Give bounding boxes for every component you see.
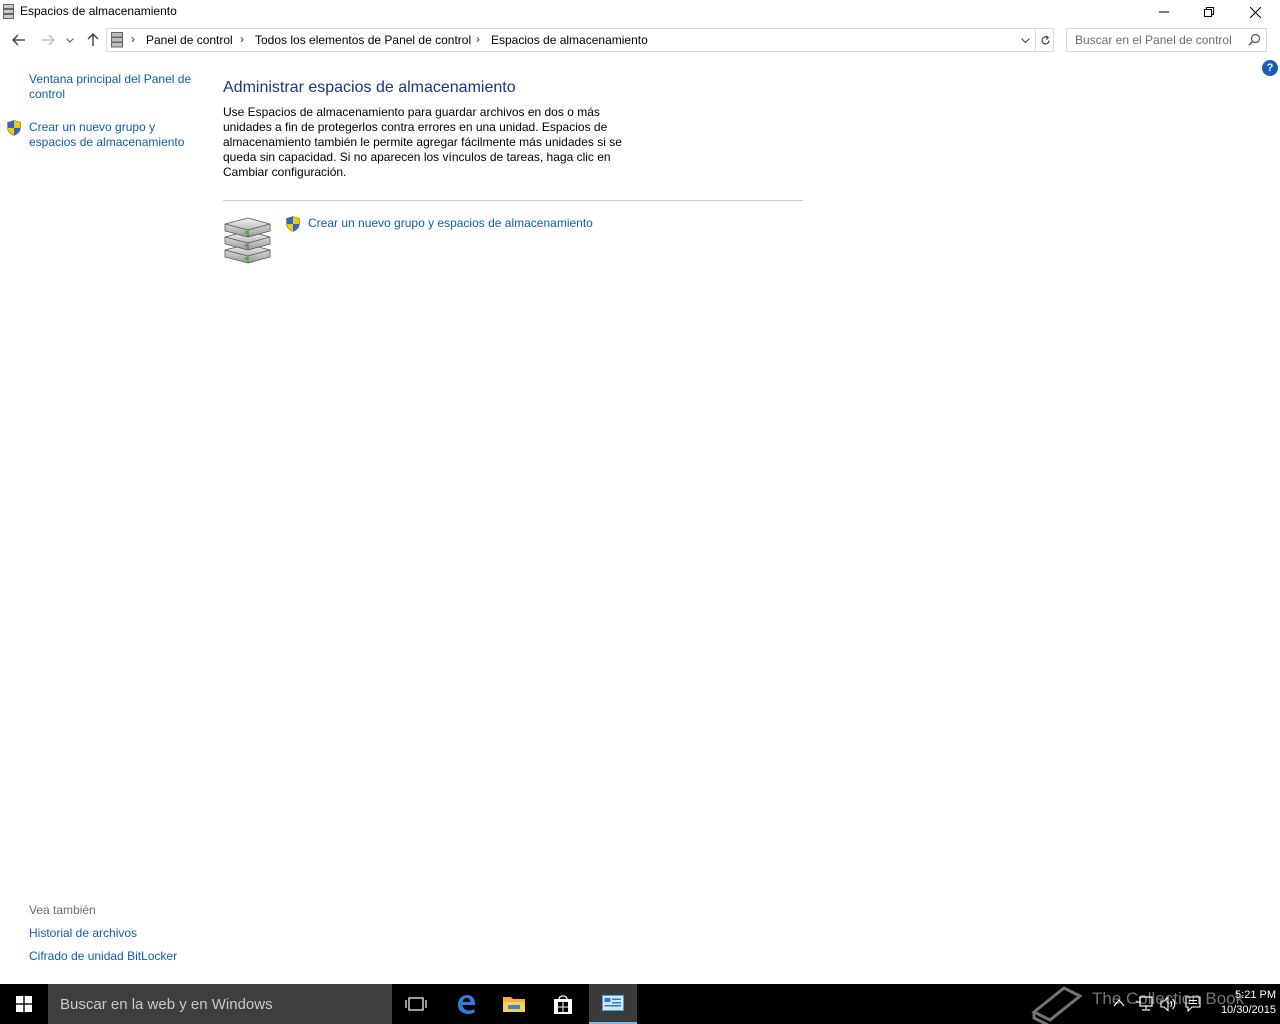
create-pool-side-link[interactable]: Crear un nuevo grupo y espacios de almac… xyxy=(29,120,199,150)
page-title: Administrar espacios de almacenamiento xyxy=(223,79,516,96)
file-explorer-button[interactable] xyxy=(490,984,538,1024)
search-box[interactable] xyxy=(1066,28,1267,52)
start-button[interactable] xyxy=(0,984,48,1024)
uac-shield-icon xyxy=(7,120,21,136)
edge-button[interactable] xyxy=(442,984,490,1024)
breadcrumb-all-items[interactable]: Todos los elementos de Panel de control xyxy=(255,33,471,47)
title-bar: Espacios de almacenamiento xyxy=(0,0,1280,24)
back-button[interactable] xyxy=(9,30,29,50)
arrow-left-icon xyxy=(12,34,25,46)
recent-locations-button[interactable] xyxy=(62,30,78,50)
edge-browser-icon xyxy=(458,995,475,1014)
volume-icon[interactable] xyxy=(1160,996,1178,1012)
breadcrumb-separator-icon: › xyxy=(131,32,135,46)
up-button[interactable] xyxy=(83,30,103,50)
storage-spaces-icon xyxy=(111,32,123,48)
close-icon xyxy=(1249,6,1261,18)
storage-pool-icon xyxy=(224,217,271,264)
divider xyxy=(223,200,803,201)
navigation-bar: › Panel de control › Todos los elementos… xyxy=(0,27,1280,53)
store-button[interactable] xyxy=(539,984,587,1024)
windows-logo-icon xyxy=(16,996,32,1012)
forward-button[interactable] xyxy=(38,30,58,50)
file-history-link[interactable]: Historial de archivos xyxy=(29,926,137,941)
arrow-right-icon xyxy=(42,34,55,46)
breadcrumb-storage-spaces[interactable]: Espacios de almacenamiento xyxy=(491,33,648,47)
taskbar: Buscar en la web y en Windows The Collec… xyxy=(0,984,1280,1024)
help-icon[interactable]: ? xyxy=(1262,60,1278,76)
taskbar-search-box[interactable]: Buscar en la web y en Windows xyxy=(48,984,392,1024)
chevron-up-icon[interactable] xyxy=(1113,999,1125,1007)
bitlocker-link[interactable]: Cifrado de unidad BitLocker xyxy=(29,949,177,964)
task-view-button[interactable] xyxy=(392,984,440,1024)
taskbar-clock[interactable]: 5:21 PM 10/30/2015 xyxy=(1206,988,1276,1018)
address-dropdown-button[interactable] xyxy=(1015,29,1035,51)
chevron-down-icon xyxy=(1020,37,1030,43)
uac-shield-icon xyxy=(286,216,300,232)
action-center-icon[interactable] xyxy=(1185,996,1201,1012)
search-icon xyxy=(1248,33,1261,46)
network-icon[interactable] xyxy=(1135,996,1153,1012)
minimize-icon xyxy=(1159,11,1169,13)
breadcrumb-control-panel[interactable]: Panel de control xyxy=(146,33,233,47)
address-bar[interactable]: › Panel de control › Todos los elementos… xyxy=(106,28,1054,52)
book-icon xyxy=(1031,986,1082,1024)
store-bag-icon xyxy=(554,995,572,1014)
clock-time: 5:21 PM xyxy=(1235,989,1276,1001)
window-title: Espacios de almacenamiento xyxy=(20,4,177,18)
minimize-button[interactable] xyxy=(1141,0,1187,24)
refresh-icon xyxy=(1040,34,1050,44)
task-view-icon xyxy=(405,997,427,1011)
breadcrumb-separator-icon: › xyxy=(240,32,244,46)
taskbar-search-text: Buscar en la web y en Windows xyxy=(60,996,273,1013)
clock-date: 10/30/2015 xyxy=(1220,1004,1276,1016)
control-panel-taskbar-button[interactable] xyxy=(589,984,637,1024)
folder-icon xyxy=(503,997,525,1012)
control-panel-icon xyxy=(602,995,624,1011)
storage-spaces-icon xyxy=(3,4,14,19)
search-input[interactable] xyxy=(1067,29,1242,51)
control-panel-home-link[interactable]: Ventana principal del Panel de control xyxy=(29,72,199,102)
close-button[interactable] xyxy=(1232,0,1278,24)
restore-icon xyxy=(1204,7,1214,17)
page-description: Use Espacios de almacenamiento para guar… xyxy=(223,105,622,179)
see-also-heading: Vea también xyxy=(29,903,96,917)
chevron-down-icon xyxy=(66,37,74,43)
create-pool-link[interactable]: Crear un nuevo grupo y espacios de almac… xyxy=(308,216,593,231)
restore-button[interactable] xyxy=(1186,0,1232,24)
arrow-up-icon xyxy=(87,33,99,46)
breadcrumb-separator-icon: › xyxy=(476,32,480,46)
refresh-button[interactable] xyxy=(1035,29,1054,51)
